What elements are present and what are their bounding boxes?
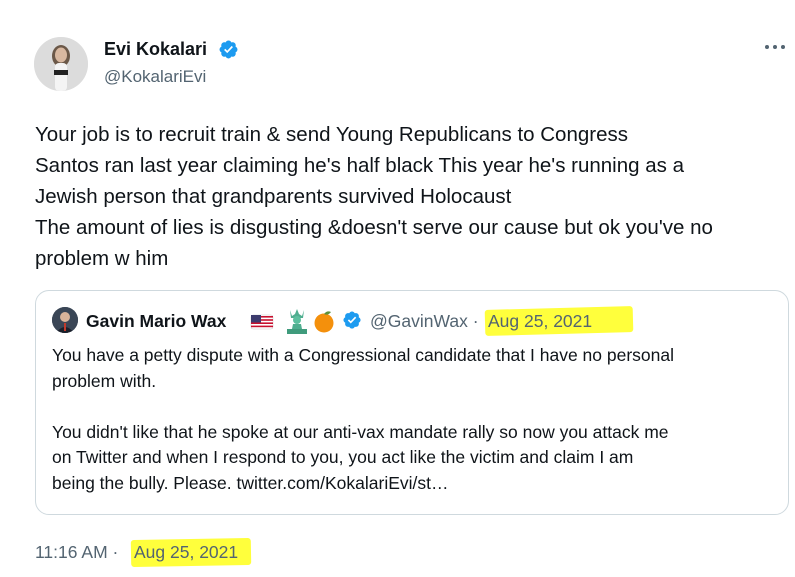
orange-icon — [314, 311, 334, 333]
tweet-text-line: problem w him — [35, 247, 169, 270]
tweet-timestamp[interactable]: 11:16 AM · — [35, 542, 118, 563]
quoted-text-line: problem with. — [52, 370, 157, 391]
quoted-author-avatar[interactable] — [52, 307, 78, 333]
quoted-author-name[interactable]: Gavin Mario Wax — [86, 311, 226, 332]
tweet-date[interactable]: Aug 25, 2021 — [134, 542, 238, 563]
verified-badge-icon — [219, 40, 238, 59]
tweet-text-line: The amount of lies is disgusting &doesn'… — [35, 216, 713, 239]
quoted-text-line: being the bully. Please. twitter.com/Kok… — [52, 472, 449, 493]
quoted-text-line: on Twitter and when I respond to you, yo… — [52, 447, 634, 467]
tweet: Evi Kokalari @KokalariEvi Your job is to… — [0, 0, 795, 577]
statue-of-liberty-icon — [287, 309, 307, 334]
author-handle[interactable]: @KokalariEvi — [104, 67, 206, 87]
verified-badge-icon — [343, 311, 361, 329]
tweet-text-line: Your job is to recruit train & send Youn… — [35, 123, 628, 146]
more-options-icon[interactable] — [763, 40, 787, 54]
quoted-tweet[interactable]: Gavin Mario Wax @GavinWax · Aug 25, 2021… — [35, 290, 789, 515]
author-name[interactable]: Evi Kokalari — [104, 39, 207, 60]
author-avatar[interactable] — [34, 37, 88, 91]
quoted-author-handle[interactable]: @GavinWax · — [370, 311, 479, 332]
tweet-text-line: Jewish person that grandparents survived… — [35, 185, 512, 208]
quoted-text-line: You didn't like that he spoke at our ant… — [52, 421, 669, 442]
quoted-text: You have a petty dispute with a Congress… — [52, 343, 777, 496]
us-flag-icon — [250, 314, 274, 330]
tweet-text-line: Santos ran last year claiming he's half … — [35, 154, 684, 177]
tweet-text: Your job is to recruit train & send Youn… — [35, 119, 790, 274]
quoted-text-line: You have a petty dispute with a Congress… — [52, 345, 675, 365]
quoted-date[interactable]: Aug 25, 2021 — [488, 311, 592, 332]
